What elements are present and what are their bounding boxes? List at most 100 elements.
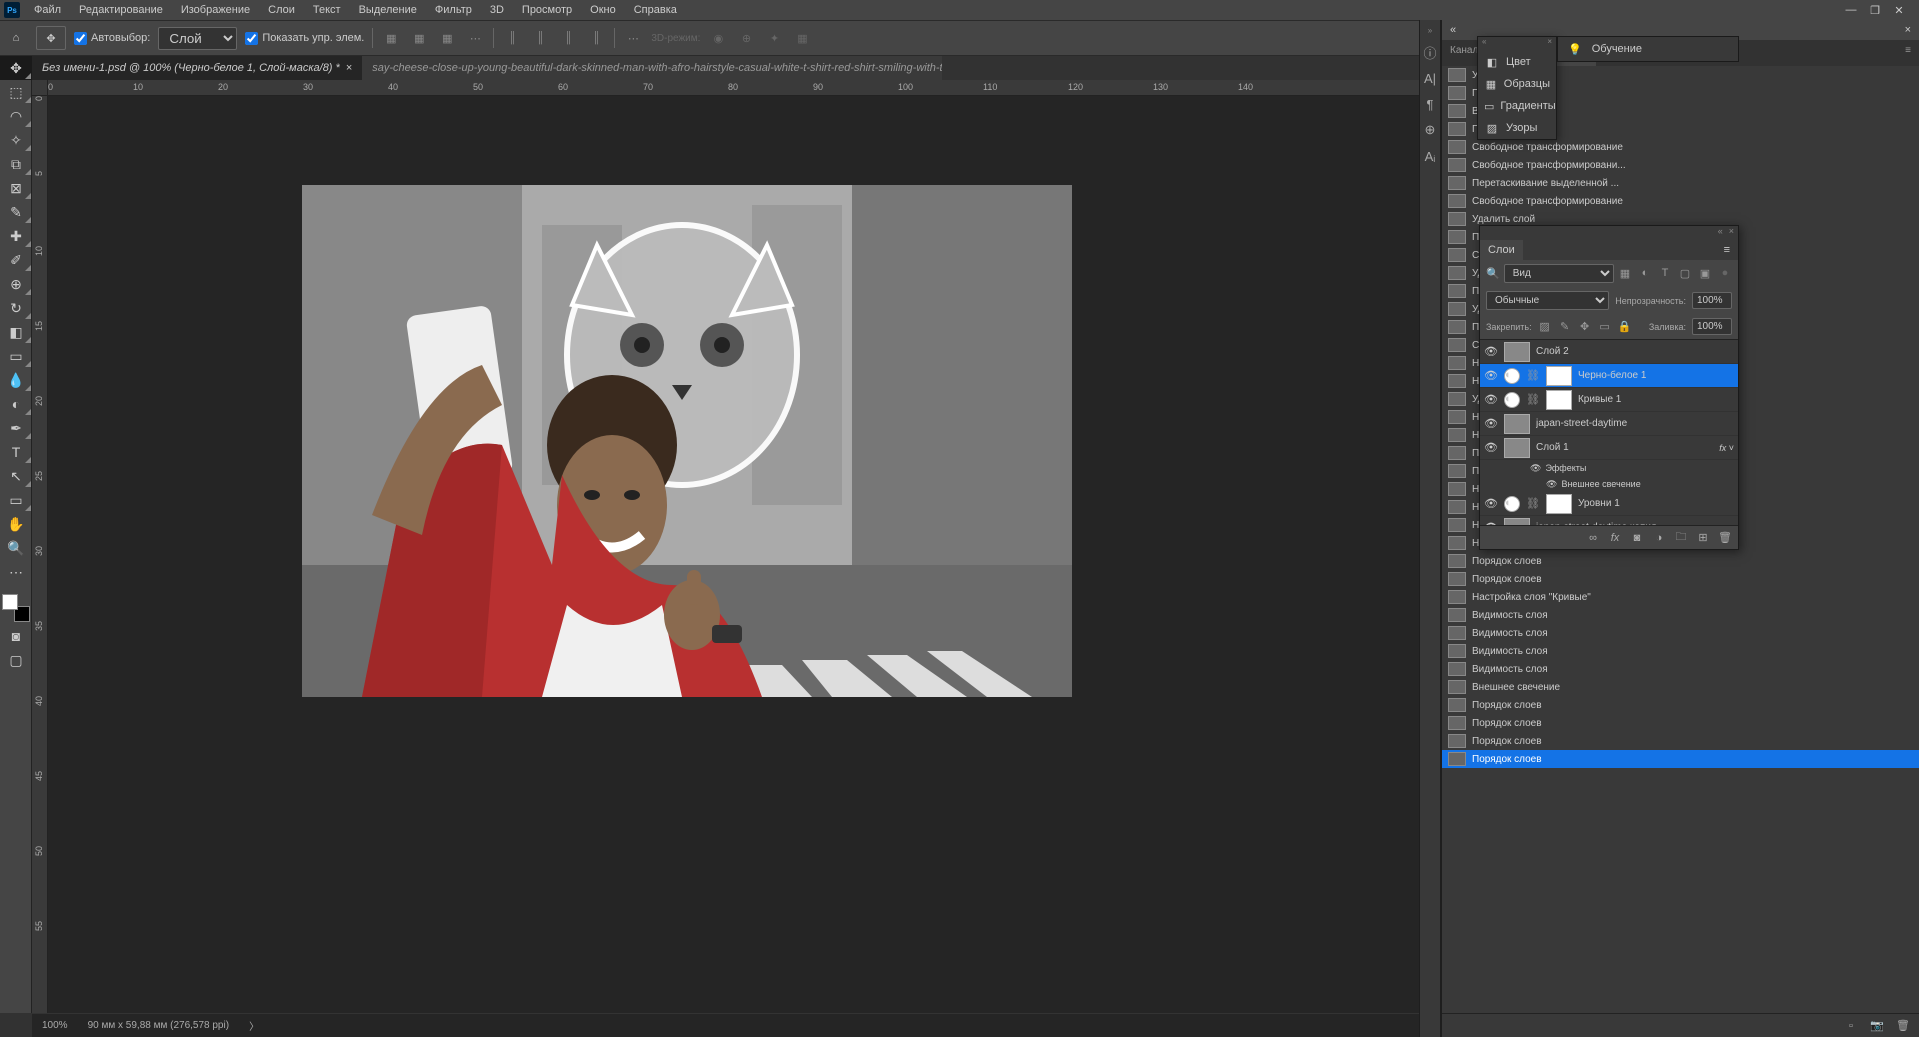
info-panel-icon[interactable]: ⓘ xyxy=(1420,40,1440,64)
visibility-icon[interactable]: 👁 xyxy=(1530,463,1541,474)
visibility-icon[interactable]: 👁 xyxy=(1484,393,1498,406)
history-item[interactable]: Перетаскивание выделенной ... xyxy=(1442,174,1919,192)
adjustment-icon[interactable]: ◑ xyxy=(1652,532,1666,544)
lock-position-icon[interactable]: ✥ xyxy=(1578,320,1592,333)
filter-type-icon[interactable]: T xyxy=(1658,267,1672,280)
artboard[interactable] xyxy=(302,185,1072,697)
menu-edit[interactable]: Редактирование xyxy=(71,2,171,18)
expand-dock-icon[interactable]: » xyxy=(1420,26,1440,38)
trash-icon[interactable]: 🗑 xyxy=(1895,1018,1911,1034)
close-layers-icon[interactable]: × xyxy=(1729,226,1734,240)
visibility-icon[interactable]: 👁 xyxy=(1484,345,1498,358)
fx-indicator[interactable]: fx ˅ xyxy=(1719,443,1734,453)
auto-select-input[interactable] xyxy=(74,32,87,45)
history-item[interactable]: Видимость слоя xyxy=(1442,624,1919,642)
layer-row[interactable]: 👁japan-street-daytime xyxy=(1480,412,1738,436)
link-layers-icon[interactable]: ∞ xyxy=(1586,532,1600,544)
layer-row[interactable]: 👁◐⛓Уровни 1 xyxy=(1480,492,1738,516)
dodge-tool[interactable]: ◐ xyxy=(0,392,32,416)
minimize-icon[interactable]: — xyxy=(1843,4,1859,17)
mask-icon[interactable]: ◙ xyxy=(1630,532,1644,544)
layer-row[interactable]: 👁Слой 1fx ˅ xyxy=(1480,436,1738,460)
zoom-value[interactable]: 100% xyxy=(42,1020,68,1031)
blur-tool[interactable]: 💧 xyxy=(0,368,32,392)
path-select-tool[interactable]: ↖ xyxy=(0,464,32,488)
history-item[interactable]: Порядок слоев xyxy=(1442,696,1919,714)
crop-tool[interactable]: ⧉ xyxy=(0,152,32,176)
shape-tool[interactable]: ▭ xyxy=(0,488,32,512)
auto-select-target[interactable]: Слой xyxy=(158,27,237,50)
brush-tool[interactable]: ✐ xyxy=(0,248,32,272)
visibility-icon[interactable]: 👁 xyxy=(1484,441,1498,454)
color-swatches[interactable] xyxy=(0,592,32,624)
lock-all-icon[interactable]: 🔒 xyxy=(1618,320,1632,333)
fill-input[interactable] xyxy=(1692,318,1732,335)
doc-tab-inactive[interactable]: say-cheese-close-up-young-beautiful-dark… xyxy=(362,56,942,80)
lock-pixels-icon[interactable]: ✎ xyxy=(1558,320,1572,333)
menu-filter[interactable]: Фильтр xyxy=(427,2,480,18)
align-more-icon[interactable]: ⋯ xyxy=(465,28,485,48)
delete-layer-icon[interactable]: 🗑 xyxy=(1718,531,1732,544)
frame-tool[interactable]: ⊠ xyxy=(0,176,32,200)
history-item[interactable]: Порядок слоев xyxy=(1442,732,1919,750)
flyout-swatches[interactable]: ▦Образцы xyxy=(1478,73,1556,95)
move-tool[interactable]: ✥ xyxy=(0,56,32,80)
zoom-tool[interactable]: 🔍 xyxy=(0,536,32,560)
visibility-icon[interactable]: 👁 xyxy=(1546,479,1557,490)
history-item[interactable]: Видимость слоя xyxy=(1442,660,1919,678)
ruler-vertical[interactable]: 0510152025303540455055 xyxy=(32,96,48,1013)
edit-toolbar[interactable]: ⋯ xyxy=(0,560,32,584)
collapse-icon[interactable]: « xyxy=(1482,37,1486,51)
lasso-tool[interactable]: ◠ xyxy=(0,104,32,128)
menu-text[interactable]: Текст xyxy=(305,2,349,18)
current-tool-icon[interactable]: ✥ xyxy=(36,26,66,50)
history-item[interactable]: Порядок слоев xyxy=(1442,750,1919,768)
character-panel-icon[interactable]: A| xyxy=(1420,66,1440,90)
layer-row[interactable]: 👁◐⛓Кривые 1 xyxy=(1480,388,1738,412)
layer-row[interactable]: 👁Слой 2 xyxy=(1480,340,1738,364)
align-left-icon[interactable]: ▦ xyxy=(381,28,401,48)
history-item[interactable]: Видимость слоя xyxy=(1442,606,1919,624)
flyout-patterns[interactable]: ▨Узоры xyxy=(1478,117,1556,139)
eyedropper-tool[interactable]: ✎ xyxy=(0,200,32,224)
filter-adj-icon[interactable]: ◐ xyxy=(1638,267,1652,280)
menu-help[interactable]: Справка xyxy=(626,2,685,18)
flyout-color[interactable]: ◧Цвет xyxy=(1478,51,1556,73)
close-flyout-icon[interactable]: × xyxy=(1547,37,1552,51)
hand-tool[interactable]: ✋ xyxy=(0,512,32,536)
menu-select[interactable]: Выделение xyxy=(351,2,425,18)
lock-transparency-icon[interactable]: ▨ xyxy=(1538,320,1552,333)
history-item[interactable]: Порядок слоев xyxy=(1442,570,1919,588)
magic-wand-tool[interactable]: ✧ xyxy=(0,128,32,152)
visibility-icon[interactable]: 👁 xyxy=(1484,417,1498,430)
filter-toggle-icon[interactable]: ● xyxy=(1718,267,1732,280)
history-item[interactable]: Внешнее свечение xyxy=(1442,678,1919,696)
align-center-icon[interactable]: ▦ xyxy=(409,28,429,48)
learn-panel-strip[interactable]: 💡 Обучение xyxy=(1557,36,1739,62)
layer-filter-select[interactable]: Вид xyxy=(1504,264,1614,283)
layer-row[interactable]: 👁◐⛓Черно-белое 1 xyxy=(1480,364,1738,388)
history-item[interactable]: Порядок слоев xyxy=(1442,552,1919,570)
pen-tool[interactable]: ✒ xyxy=(0,416,32,440)
distribute-center-icon[interactable]: ║ xyxy=(530,28,550,48)
doc-info[interactable]: 90 мм x 59,88 мм (276,578 ppi) xyxy=(88,1020,229,1031)
menu-window[interactable]: Окно xyxy=(582,2,624,18)
filter-pixel-icon[interactable]: ▦ xyxy=(1618,267,1632,280)
layer-effect[interactable]: 👁 Эффекты xyxy=(1480,460,1738,476)
menu-file[interactable]: Файл xyxy=(26,2,69,18)
history-item[interactable]: Видимость слоя xyxy=(1442,642,1919,660)
distribute-bottom-icon[interactable]: ║ xyxy=(558,28,578,48)
maximize-icon[interactable]: ❐ xyxy=(1867,4,1883,17)
doc-tab-active[interactable]: Без имени-1.psd @ 100% (Черно-белое 1, С… xyxy=(32,56,362,80)
fx-icon[interactable]: fx xyxy=(1608,532,1622,544)
filter-shape-icon[interactable]: ▢ xyxy=(1678,267,1692,280)
visibility-icon[interactable]: 👁 xyxy=(1484,369,1498,382)
menu-view[interactable]: Просмотр xyxy=(514,2,580,18)
distribute-top-icon[interactable]: ║ xyxy=(502,28,522,48)
paragraph-panel-icon[interactable]: ¶ xyxy=(1420,92,1440,116)
foreground-swatch[interactable] xyxy=(2,594,18,610)
group-icon[interactable]: 🗀 xyxy=(1674,528,1688,547)
layers-menu-icon[interactable]: ≡ xyxy=(1716,240,1738,260)
character-styles-icon[interactable]: Aᵢ xyxy=(1420,144,1440,168)
type-tool[interactable]: T xyxy=(0,440,32,464)
